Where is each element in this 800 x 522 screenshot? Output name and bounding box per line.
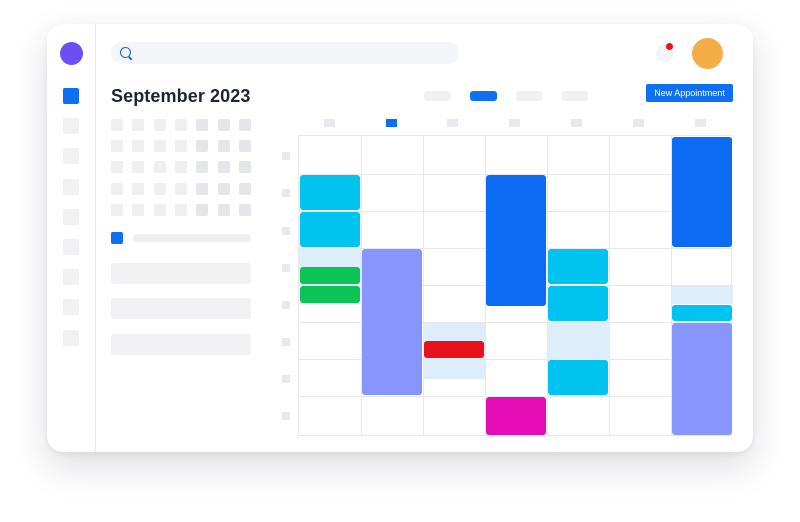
tab-month-view[interactable] — [516, 91, 543, 101]
tab-year-view[interactable] — [561, 91, 588, 101]
calendar-event[interactable] — [672, 305, 732, 321]
mini-calendar-day[interactable] — [218, 119, 230, 131]
notification-button[interactable] — [656, 43, 674, 62]
sidebar-item[interactable] — [63, 269, 79, 285]
new-appointment-button[interactable]: New Appointment — [646, 84, 733, 102]
day-header[interactable] — [633, 119, 644, 127]
time-label — [282, 412, 290, 420]
mini-calendar-day[interactable] — [111, 183, 123, 195]
calendar-event[interactable] — [672, 137, 732, 247]
calendar-event[interactable] — [362, 249, 422, 395]
calendar-event[interactable] — [300, 286, 360, 303]
time-label — [282, 189, 290, 197]
day-header[interactable] — [695, 119, 706, 127]
side-list-item[interactable] — [111, 298, 251, 319]
mini-calendar-day[interactable] — [196, 204, 208, 216]
calendar-event[interactable] — [300, 267, 360, 284]
notification-badge — [666, 43, 673, 50]
mini-calendar-day[interactable] — [218, 161, 230, 173]
time-label — [282, 338, 290, 346]
highlighted-slot[interactable] — [547, 322, 609, 359]
time-label — [282, 375, 290, 383]
tab-day-view[interactable] — [424, 91, 451, 101]
search-icon — [120, 47, 131, 58]
mini-calendar-day[interactable] — [239, 204, 251, 216]
sidebar-item[interactable] — [63, 118, 79, 134]
calendar-legend-label — [133, 234, 251, 242]
day-header[interactable] — [447, 119, 458, 127]
time-label — [282, 227, 290, 235]
mini-calendar-day[interactable] — [175, 161, 187, 173]
avatar[interactable] — [692, 38, 723, 69]
mini-calendar-day[interactable] — [111, 161, 123, 173]
calendar-event[interactable] — [486, 175, 546, 306]
sidebar — [47, 24, 96, 452]
calendar-event[interactable] — [548, 286, 608, 321]
tab-week-view[interactable] — [470, 91, 497, 101]
day-header-today[interactable] — [386, 119, 397, 127]
mini-calendar-day[interactable] — [154, 183, 166, 195]
mini-calendar-day[interactable] — [175, 183, 187, 195]
mini-calendar-day[interactable] — [239, 183, 251, 195]
mini-calendar-day[interactable] — [111, 119, 123, 131]
mini-calendar-day[interactable] — [132, 183, 144, 195]
day-header[interactable] — [509, 119, 520, 127]
side-list-item[interactable] — [111, 263, 251, 284]
mini-calendar-day[interactable] — [175, 204, 187, 216]
mini-calendar-day[interactable] — [196, 119, 208, 131]
mini-calendar-day[interactable] — [218, 183, 230, 195]
day-header[interactable] — [324, 119, 335, 127]
mini-calendar-day[interactable] — [132, 204, 144, 216]
mini-calendar-day[interactable] — [239, 161, 251, 173]
calendar-app-window: September 2023 New Appointment — [47, 24, 753, 452]
mini-calendar-day[interactable] — [132, 161, 144, 173]
time-label — [282, 264, 290, 272]
mini-calendar-day[interactable] — [154, 119, 166, 131]
time-label — [282, 301, 290, 309]
mini-calendar-day[interactable] — [175, 119, 187, 131]
mini-calendar-day[interactable] — [132, 140, 144, 152]
sidebar-item[interactable] — [63, 179, 79, 195]
calendar-legend-swatch[interactable] — [111, 232, 123, 244]
calendar-event[interactable] — [672, 323, 732, 435]
mini-calendar-day[interactable] — [132, 119, 144, 131]
calendar-event[interactable] — [548, 360, 608, 395]
day-header[interactable] — [571, 119, 582, 127]
search-input[interactable] — [111, 42, 459, 64]
time-label — [282, 152, 290, 160]
mini-calendar-day[interactable] — [111, 204, 123, 216]
mini-calendar-day[interactable] — [154, 161, 166, 173]
calendar-event[interactable] — [486, 397, 546, 435]
app-logo[interactable] — [60, 42, 83, 65]
mini-calendar-day[interactable] — [196, 140, 208, 152]
sidebar-item-calendar[interactable] — [63, 88, 79, 104]
mini-calendar-day[interactable] — [175, 140, 187, 152]
side-list-item[interactable] — [111, 334, 251, 355]
mini-calendar-day[interactable] — [154, 140, 166, 152]
calendar-event[interactable] — [300, 212, 360, 247]
sidebar-item[interactable] — [63, 330, 79, 346]
mini-calendar-day[interactable] — [196, 183, 208, 195]
mini-calendar-day[interactable] — [218, 140, 230, 152]
sidebar-item[interactable] — [63, 239, 79, 255]
mini-calendar-day[interactable] — [196, 161, 208, 173]
mini-calendar-day[interactable] — [239, 140, 251, 152]
calendar-event[interactable] — [424, 341, 484, 358]
sidebar-item[interactable] — [63, 299, 79, 315]
mini-calendar-day[interactable] — [154, 204, 166, 216]
mini-calendar-day[interactable] — [218, 204, 230, 216]
calendar-event[interactable] — [548, 249, 608, 284]
page-title: September 2023 — [111, 86, 251, 106]
mini-calendar-day[interactable] — [239, 119, 251, 131]
highlighted-slot[interactable] — [671, 285, 733, 304]
sidebar-item[interactable] — [63, 148, 79, 164]
mini-calendar-day[interactable] — [111, 140, 123, 152]
calendar-event[interactable] — [300, 175, 360, 210]
week-grid[interactable] — [298, 135, 733, 436]
sidebar-item[interactable] — [63, 209, 79, 225]
